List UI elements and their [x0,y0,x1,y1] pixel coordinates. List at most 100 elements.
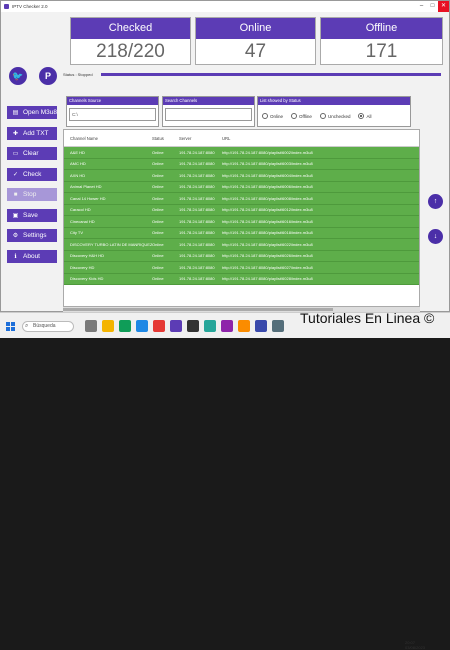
column-header-status[interactable]: Status [152,136,179,141]
cell-status: Online [152,195,164,201]
sidebar-button-about[interactable]: ℹ About [7,249,57,263]
cell-status: Online [152,230,164,236]
cell-url: http://191.78.24.187:8080/playlist/6016/… [222,218,313,224]
paypal-icon[interactable]: P [39,67,57,85]
radio-unchecked[interactable]: Unchecked [319,113,351,119]
taskbar-search[interactable]: Búsqueda [22,321,74,332]
cell-channel-name: Caracol HD [70,207,91,213]
app-icon-purple[interactable] [221,320,233,332]
cell-server: 191.78.24.187:8080 [179,253,215,259]
table-row[interactable]: A&E HD Online 191.78.24.187:8080 http://191… [64,147,419,159]
progress-bar [101,73,441,76]
radio-circle-icon[interactable] [319,113,326,119]
table-row[interactable]: DISCOVERY TURBO LATIN DE MANRIQUEZA Onlin… [64,239,419,251]
radio-label: Unchecked [327,113,351,119]
stop-icon: ■ [13,191,18,198]
table-row[interactable]: Caracol HD Online 191.78.24.187:8080 http:/… [64,204,419,216]
app-icon-gray[interactable] [272,320,284,332]
radio-circle-icon[interactable] [262,113,268,119]
radio-label: All [366,113,372,119]
channels-source-input[interactable]: C:\ [69,108,156,121]
table-row[interactable]: City TV Online 191.78.24.187:8080 http://19… [64,227,419,239]
gear-icon: ⚙ [12,233,19,239]
cell-url: http://191.78.24.187:8080/playlist/6018/… [222,230,313,236]
table-row[interactable]: AMC HD Online 191.78.24.187:8080 http://191… [64,158,419,170]
cell-server: 191.78.24.187:8080 [179,264,215,270]
status-filter-group: List showed by Status Online Offline Unche… [257,96,411,127]
search-input[interactable] [165,108,252,121]
scroll-up-icon[interactable]: ↑ [428,194,443,209]
clear-icon: ▭ [12,151,19,157]
cell-status: Online [152,172,164,178]
radio-circle-icon[interactable] [291,113,298,119]
chrome-icon[interactable] [119,320,131,332]
sidebar-button-clear[interactable]: ▭ Clear [7,147,57,160]
table-row[interactable]: Animal Planet HD Online 191.78.24.187:8080… [64,181,419,193]
cell-status: Online [152,241,164,247]
offline-label: Offline [321,18,442,39]
sidebar-button-settings[interactable]: ⚙ Settings [7,229,57,242]
radio-circle-icon[interactable] [358,113,365,119]
sidebar-button-check[interactable]: ✓ Check [7,167,57,181]
edge-icon[interactable] [136,320,148,332]
table-row[interactable]: AXN HD Online 191.78.24.187:8080 http://191… [64,170,419,182]
table-row[interactable]: Cinecanal HD Online 191.78.24.187:8080 http… [64,216,419,228]
column-header-name[interactable]: Channel Name [64,136,152,141]
online-label: Online [196,18,315,39]
cell-url: http://191.78.24.187:8080/playlist/6003/… [222,161,313,167]
radio-offline[interactable]: Offline [291,113,312,119]
cell-server: 191.78.24.187:8080 [179,149,215,155]
column-header-url[interactable]: URL [222,136,419,141]
online-value: 47 [244,41,267,62]
cell-channel-name: Discovery HD [70,264,95,270]
app-icon-orange[interactable] [238,320,250,332]
minimize-button[interactable]: – [416,1,427,12]
file-explorer-icon[interactable] [102,320,114,332]
app-icon-red[interactable] [153,320,165,332]
clock-date: 03/08/2023 [405,645,426,650]
cell-url: http://191.78.24.187:8080/playlist/6004/… [222,172,313,178]
twitter-icon[interactable]: 🐦 [9,67,27,85]
cell-channel-name: Cinecanal HD [70,218,95,224]
radio-all[interactable]: All [358,113,371,119]
cell-channel-name: A&E HD [70,149,85,155]
cell-channel-name: Discovery Kids HD [70,276,104,282]
cell-status: Online [152,149,164,155]
table-header: Channel Name Status Server URL [64,130,419,147]
search-channels-group: Search Channels [162,96,255,127]
cell-channel-name: AXN HD [70,172,86,178]
sidebar-button-stop[interactable]: ■ Stop [7,188,57,201]
table-row[interactable]: Discovery HD Online 191.78.24.187:8080 http… [64,262,419,274]
radio-label: Online [270,113,284,119]
maximize-button[interactable]: □ [427,1,438,12]
checked-panel: Checked 218/220 [70,17,191,65]
cell-url: http://191.78.24.187:8080/playlist/6008/… [222,195,313,201]
radio-online[interactable]: Online [262,113,283,119]
offline-panel: Offline 171 [320,17,443,65]
table-row[interactable]: Discovery Kids HD Online 191.78.24.187:808… [64,273,419,285]
cell-server: 191.78.24.187:8080 [179,161,215,167]
scrollbar-thumb[interactable] [63,308,333,311]
clock[interactable]: 20:07 03/08/2023 [405,640,425,650]
close-button[interactable]: ✕ [438,1,449,12]
sidebar-button-add-txt[interactable]: ✚ Add TXT [7,126,57,140]
taskbar-apps [85,320,284,332]
terminal-icon[interactable] [187,320,199,332]
sidebar-button-label: Clear [23,150,39,157]
table-row[interactable]: Discovery H&H HD Online 191.78.24.187:8080… [64,250,419,262]
sidebar-button-label: Stop [23,191,37,198]
watermark-text: Tutoriales En Linea © [300,310,435,326]
iptv-checker-task-icon[interactable] [170,320,182,332]
sidebar-button-save[interactable]: ▣ Save [7,208,57,222]
table-row[interactable]: Canal 14 Hower HD Online 191.78.24.187:808… [64,193,419,205]
app-icon-indigo[interactable] [255,320,267,332]
scroll-down-icon[interactable]: ↓ [428,229,443,244]
cell-server: 191.78.24.187:8080 [179,184,215,190]
column-header-server[interactable]: Server [179,136,222,141]
task-view-icon[interactable] [85,320,97,332]
sidebar-button-open-m3u8[interactable]: ▤ Open M3u8 [7,106,57,119]
app-icon-teal[interactable] [204,320,216,332]
cell-channel-name: Canal 14 Hower HD [70,195,106,201]
cell-channel-name: Discovery H&H HD [70,253,105,259]
start-icon[interactable] [6,322,15,331]
